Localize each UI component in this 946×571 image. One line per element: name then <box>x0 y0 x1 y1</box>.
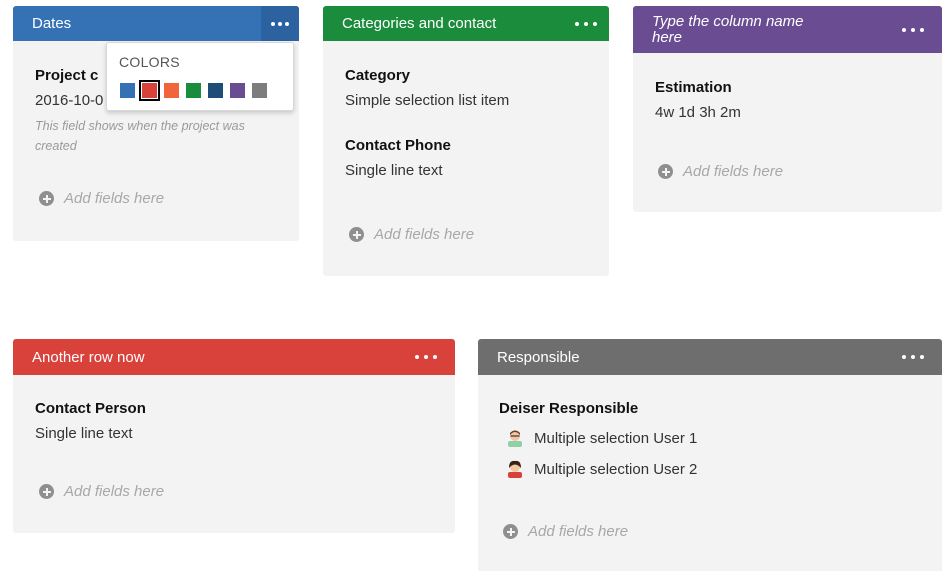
user-avatar-icon <box>508 460 522 478</box>
column-another-row: Another row now Contact Person Single li… <box>13 339 455 533</box>
add-fields-label: Add fields here <box>528 523 629 540</box>
field-contact-person[interactable]: Contact Person Single line text <box>13 375 455 442</box>
color-swatch-orange[interactable] <box>164 83 179 98</box>
field-value: Simple selection list item <box>345 92 510 109</box>
user-name: Multiple selection User 1 <box>534 429 698 447</box>
field-name: Estimation <box>655 79 732 96</box>
plus-circle-icon <box>349 227 364 242</box>
field-help-text: This field shows when the project was cr… <box>35 119 245 153</box>
user-item[interactable]: Multiple selection User 1 <box>507 429 920 447</box>
field-value: Single line text <box>35 425 133 442</box>
color-swatch-purple[interactable] <box>230 83 245 98</box>
color-swatch-red[interactable] <box>139 80 160 101</box>
column-header[interactable]: Dates <box>13 6 299 41</box>
add-fields-label: Add fields here <box>683 163 784 180</box>
user-item[interactable]: Multiple selection User 2 <box>507 460 920 478</box>
field-name: Category <box>345 67 411 84</box>
add-fields-label: Add fields here <box>64 483 165 500</box>
color-swatch-blue[interactable] <box>120 83 135 98</box>
field-value: Single line text <box>345 162 443 179</box>
color-picker-popup: COLORS <box>106 42 294 111</box>
plus-circle-icon <box>658 164 673 179</box>
more-dots-icon[interactable] <box>575 16 597 32</box>
column-title[interactable]: Dates <box>32 15 71 32</box>
add-fields-label: Add fields here <box>374 226 475 243</box>
column-header[interactable]: Responsible <box>478 339 942 375</box>
column-title[interactable]: Another row now <box>32 349 145 366</box>
field-name: Contact Person <box>35 400 146 417</box>
column-title[interactable]: Responsible <box>497 349 580 366</box>
more-dots-icon[interactable] <box>261 6 299 41</box>
field-estimation[interactable]: Estimation 4w 1d 3h 2m <box>633 53 942 121</box>
color-swatch-dark-blue[interactable] <box>208 83 223 98</box>
more-dots-icon[interactable] <box>902 349 924 365</box>
field-name: Deiser Responsible <box>499 400 639 417</box>
column-title-placeholder[interactable]: Type the column name here <box>652 13 837 46</box>
plus-circle-icon <box>39 191 54 206</box>
column-estimation: Type the column name here Estimation 4w … <box>633 6 942 212</box>
field-contact-phone[interactable]: Contact Phone Single line text <box>323 109 609 179</box>
plus-circle-icon <box>39 484 54 499</box>
field-deiser-responsible[interactable]: Deiser Responsible Multiple selection Us… <box>478 375 942 478</box>
field-name: Contact Phone <box>345 137 451 154</box>
field-value: 4w 1d 3h 2m <box>655 104 741 121</box>
plus-circle-icon <box>503 524 518 539</box>
add-fields-button[interactable]: Add fields here <box>503 523 628 540</box>
user-name: Multiple selection User 2 <box>534 460 698 478</box>
column-header[interactable]: Another row now <box>13 339 455 375</box>
add-fields-button[interactable]: Add fields here <box>39 190 164 207</box>
color-swatch-gray[interactable] <box>252 83 267 98</box>
add-fields-label: Add fields here <box>64 190 165 207</box>
add-fields-button[interactable]: Add fields here <box>39 483 164 500</box>
add-fields-button[interactable]: Add fields here <box>658 163 783 180</box>
column-categories-contact: Categories and contact Category Simple s… <box>323 6 609 276</box>
color-swatch-green[interactable] <box>186 83 201 98</box>
field-category[interactable]: Category Simple selection list item <box>323 41 609 109</box>
color-swatches <box>120 80 267 101</box>
popup-title: COLORS <box>119 54 180 70</box>
more-dots-icon[interactable] <box>902 22 924 38</box>
column-header[interactable]: Type the column name here <box>633 6 942 53</box>
column-header[interactable]: Categories and contact <box>323 6 609 41</box>
add-fields-button[interactable]: Add fields here <box>349 226 474 243</box>
column-responsible: Responsible Deiser Responsible Multiple … <box>478 339 942 571</box>
more-dots-icon[interactable] <box>415 349 437 365</box>
column-title[interactable]: Categories and contact <box>342 15 496 32</box>
user-avatar-icon <box>508 430 522 447</box>
